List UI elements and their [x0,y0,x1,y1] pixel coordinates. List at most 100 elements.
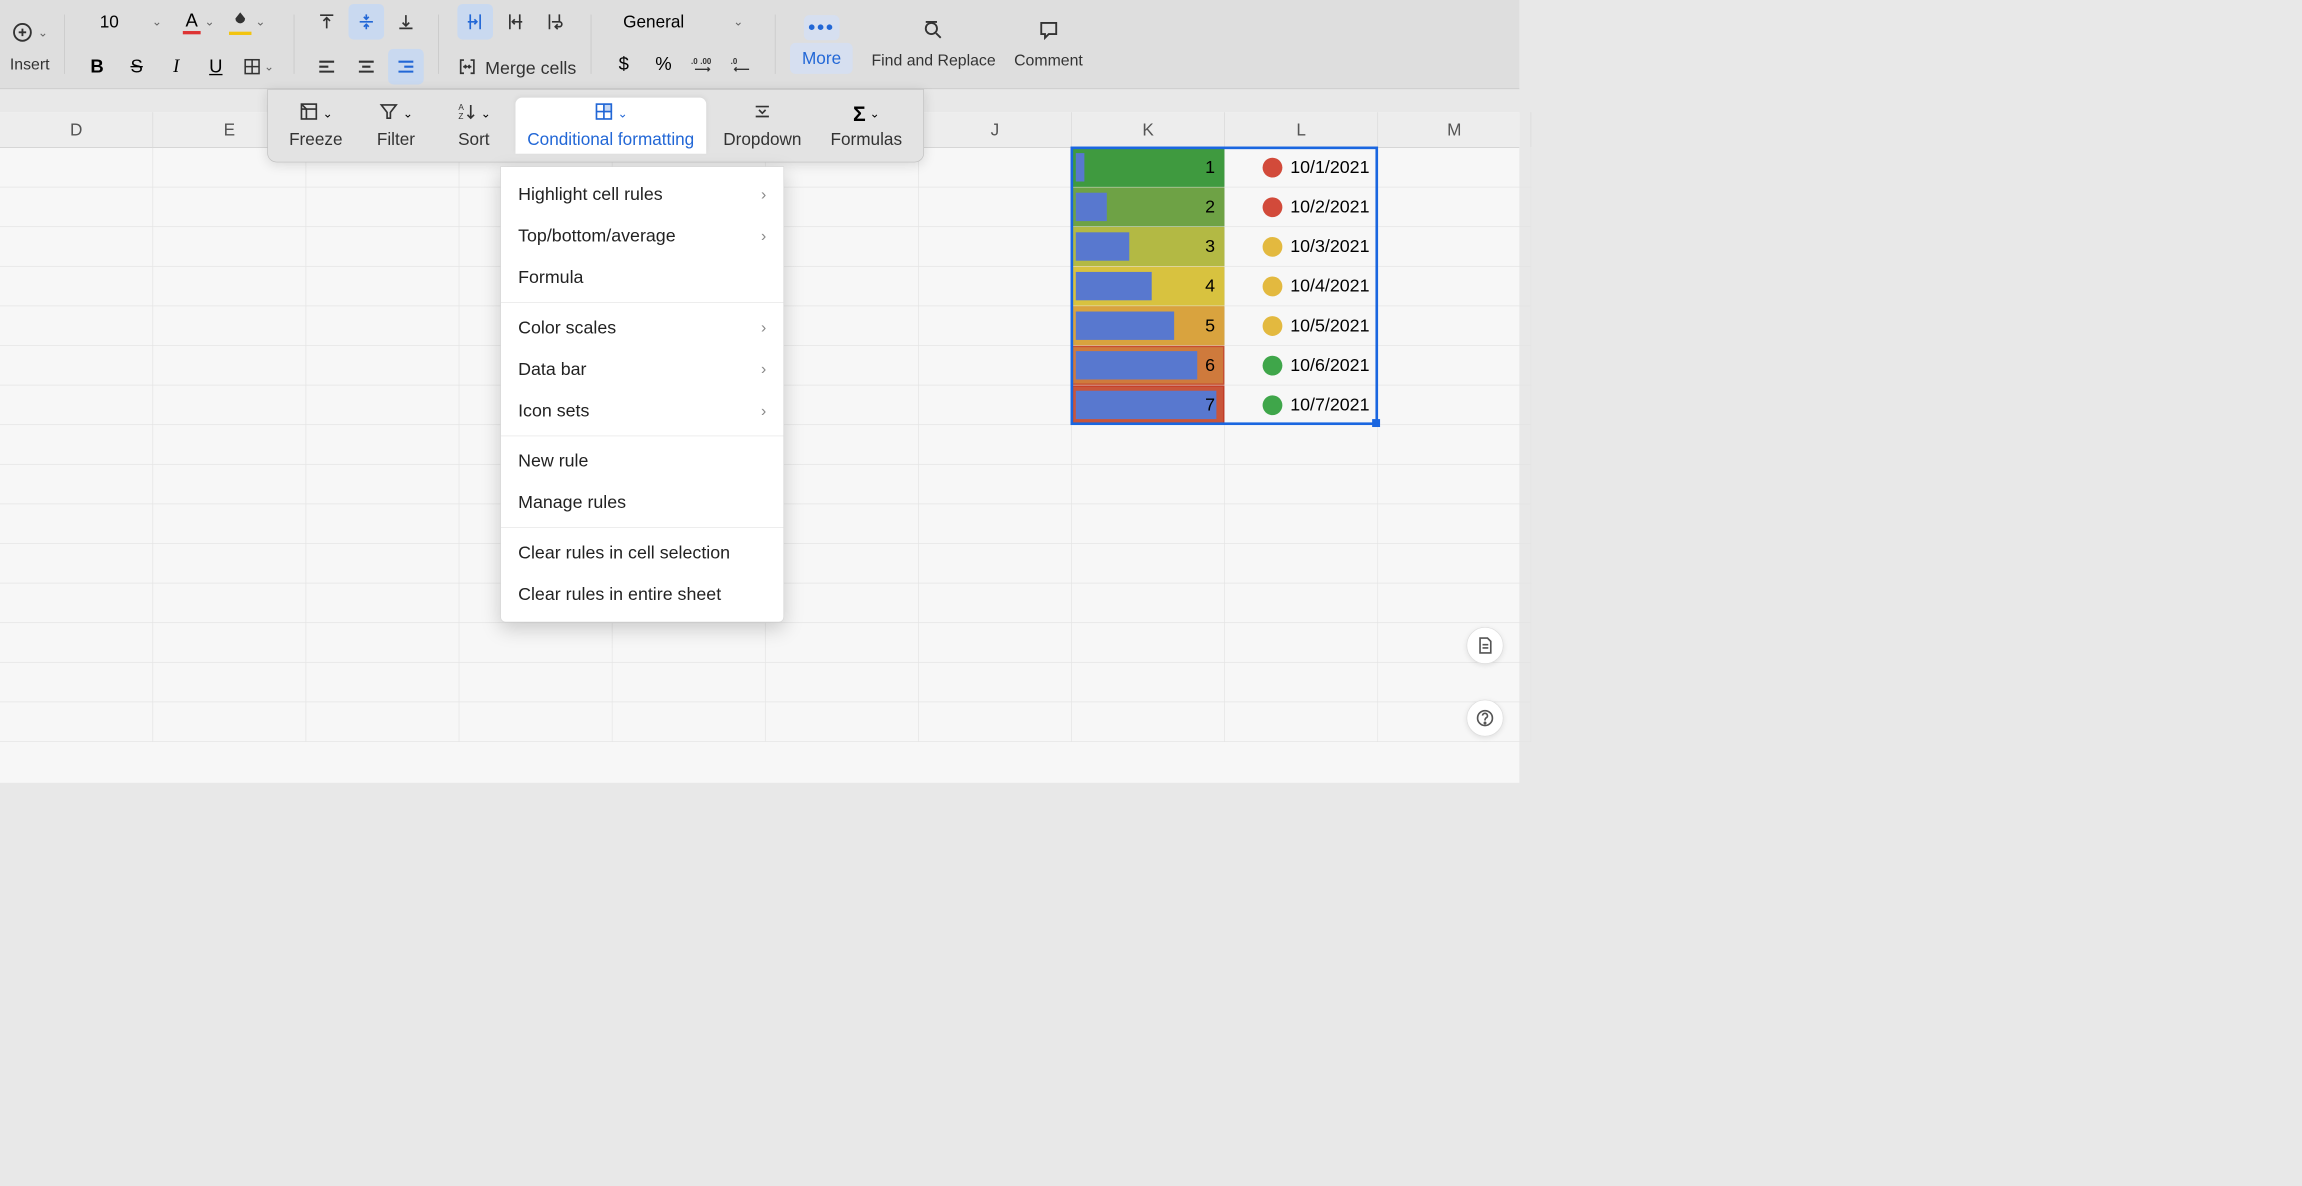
cell[interactable]: 10/1/2021 [1225,148,1378,188]
more-button[interactable]: More [790,43,853,74]
cell[interactable] [0,425,153,465]
cell[interactable] [1225,702,1378,742]
merge-cells-button[interactable] [454,49,482,85]
cell[interactable] [306,623,459,663]
databar-cell[interactable]: 7 [1072,385,1224,424]
cell[interactable] [766,465,919,505]
cell[interactable] [1378,306,1531,346]
cell[interactable] [919,663,1072,703]
iconset-cell[interactable]: 10/1/2021 [1225,148,1377,187]
cell[interactable] [153,504,306,544]
find-replace-label[interactable]: Find and Replace [871,51,995,69]
menu-data-bar[interactable]: Data bar › [501,348,783,390]
cell[interactable] [1378,385,1531,425]
cell[interactable] [766,504,919,544]
strike-button[interactable]: S [119,49,155,85]
cell[interactable] [459,702,612,742]
cell[interactable] [153,346,306,386]
cell[interactable] [1378,465,1531,505]
cell[interactable] [459,623,612,663]
databar-cell[interactable]: 6 [1072,346,1224,385]
font-color-button[interactable]: A⌄ [178,4,220,40]
cell[interactable] [1378,702,1531,742]
cell[interactable]: 10/2/2021 [1225,187,1378,227]
conditional-formatting-button[interactable]: ⌄ Conditional formatting [515,98,706,154]
cell[interactable] [919,504,1072,544]
cell[interactable] [612,623,765,663]
cell[interactable] [0,663,153,703]
currency-button[interactable]: $ [606,46,642,82]
cell[interactable] [1072,504,1225,544]
cell[interactable] [153,702,306,742]
cell[interactable] [919,385,1072,425]
cell[interactable] [1072,544,1225,584]
cell[interactable]: 10/5/2021 [1225,306,1378,346]
cell[interactable] [0,623,153,663]
databar-cell[interactable]: 2 [1072,187,1224,226]
cell[interactable]: 10/6/2021 [1225,346,1378,386]
cell[interactable] [919,346,1072,386]
cell[interactable] [919,187,1072,227]
dropdown-button[interactable]: Dropdown [711,98,813,154]
cell[interactable]: 6 [1072,346,1225,386]
cell[interactable] [0,544,153,584]
borders-button[interactable]: ⌄ [238,49,280,85]
cell[interactable] [919,425,1072,465]
more-icon[interactable]: ••• [804,15,840,40]
menu-color-scales[interactable]: Color scales › [501,307,783,349]
valign-middle-button[interactable] [349,4,385,40]
cell[interactable] [306,544,459,584]
cell[interactable] [766,306,919,346]
cell[interactable] [919,465,1072,505]
databar-cell[interactable]: 4 [1072,267,1224,306]
col-header[interactable]: K [1072,112,1225,147]
cell[interactable] [1225,544,1378,584]
cell[interactable] [766,385,919,425]
font-size-select[interactable]: 10 ⌄ [88,7,174,37]
cell[interactable]: 5 [1072,306,1225,346]
cell[interactable] [0,148,153,188]
cell[interactable]: 10/3/2021 [1225,227,1378,267]
cell[interactable] [766,702,919,742]
cell[interactable] [1072,425,1225,465]
cell[interactable] [153,544,306,584]
cell[interactable] [153,663,306,703]
halign-right-button[interactable] [388,49,424,85]
cell[interactable] [153,267,306,307]
italic-button[interactable]: I [158,49,194,85]
cell[interactable] [1072,663,1225,703]
cell[interactable]: 2 [1072,187,1225,227]
cell[interactable] [306,187,459,227]
cell[interactable] [1225,504,1378,544]
iconset-cell[interactable]: 10/7/2021 [1225,385,1377,424]
valign-top-button[interactable] [309,4,345,40]
underline-button[interactable]: U [198,49,234,85]
comment-label[interactable]: Comment [1014,51,1083,69]
cell[interactable] [153,623,306,663]
cell[interactable] [766,425,919,465]
cell[interactable] [306,267,459,307]
cell[interactable] [459,663,612,703]
sort-button[interactable]: AZ ⌄ Sort [438,98,511,154]
cell[interactable] [1225,425,1378,465]
cell[interactable] [306,504,459,544]
cell[interactable] [153,187,306,227]
cell[interactable] [0,504,153,544]
cell[interactable] [153,425,306,465]
databar-cell[interactable]: 3 [1072,227,1224,266]
cell[interactable] [766,346,919,386]
cell[interactable] [153,583,306,623]
menu-clear-rules-selection[interactable]: Clear rules in cell selection [501,532,783,574]
cell[interactable] [1378,544,1531,584]
cell[interactable] [766,623,919,663]
cell[interactable] [1072,702,1225,742]
cell[interactable] [1225,623,1378,663]
cell[interactable] [1378,267,1531,307]
col-header[interactable]: M [1378,112,1531,147]
cell[interactable] [0,385,153,425]
cell[interactable] [1225,663,1378,703]
cell[interactable] [1378,623,1531,663]
insert-icon[interactable]: ⌄ [12,15,48,51]
col-header[interactable]: J [919,112,1072,147]
cell[interactable] [1378,504,1531,544]
